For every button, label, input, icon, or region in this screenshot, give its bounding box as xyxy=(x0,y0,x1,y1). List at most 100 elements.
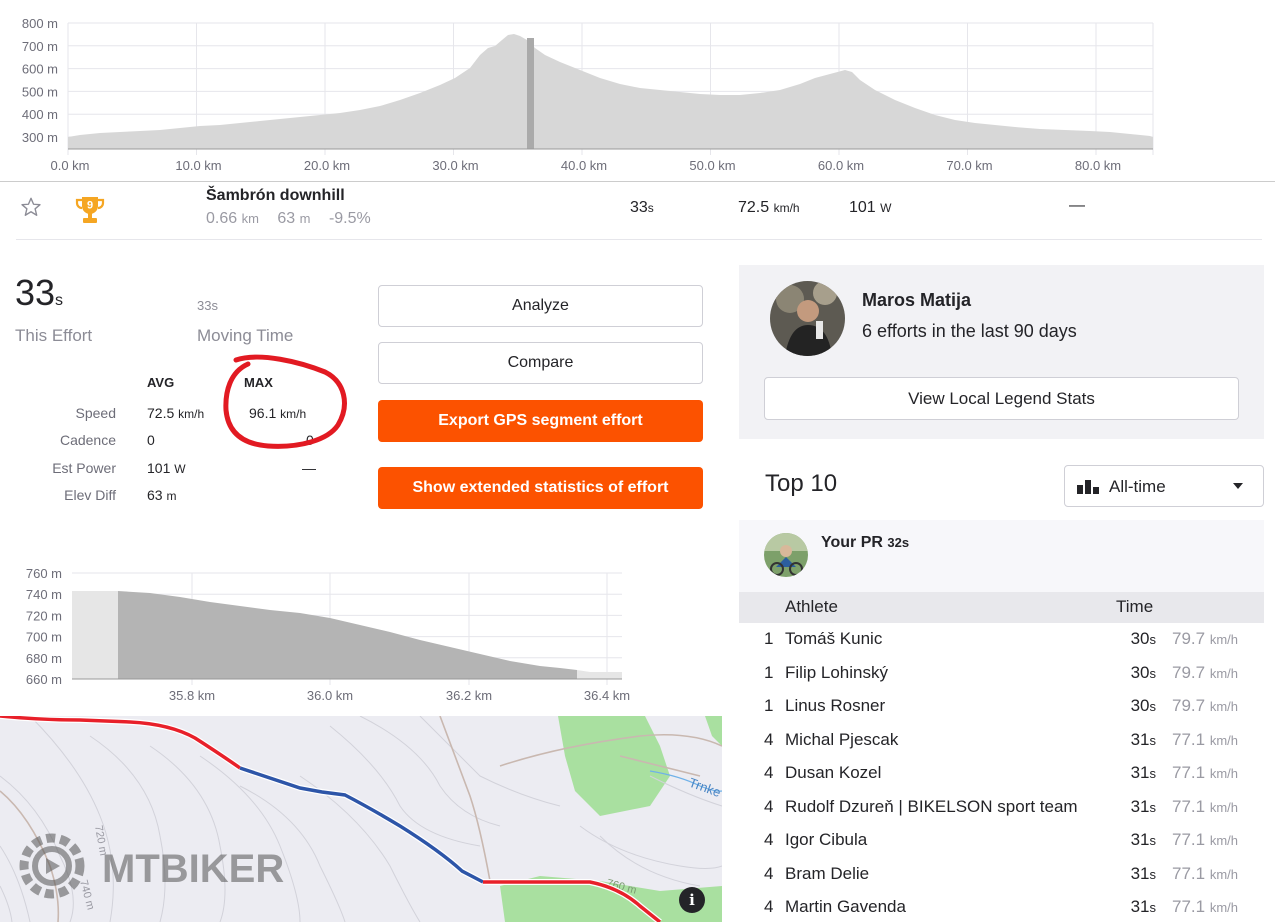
avatar[interactable] xyxy=(770,281,845,356)
effort-speed: 79.7 km/h xyxy=(1172,696,1238,716)
forest-area xyxy=(558,716,670,816)
y-tick-label: 300 m xyxy=(22,130,58,145)
speed-unit: km/h xyxy=(1209,632,1238,647)
segment-elevation-chart[interactable]: 760 m 740 m 720 m 700 m 680 m 660 m 35.8 km 36… xyxy=(0,560,640,710)
stat-max-value: — xyxy=(302,460,316,476)
info-icon[interactable]: i xyxy=(679,887,705,913)
segment-grade: -9.5% xyxy=(328,210,371,227)
stat-avg-value: 72.5 xyxy=(147,405,175,421)
elevation-profile-chart[interactable]: 800 m 700 m 600 m 500 m 400 m 300 m 0.0 km 10.… xyxy=(0,0,1275,182)
effort-time-value: 31 xyxy=(1130,863,1150,883)
athlete-name[interactable]: Filip Lohinský xyxy=(785,663,888,683)
leaderboard-row[interactable]: 4 Michal Pjescak 31s 77.1 km/h xyxy=(739,724,1264,758)
watermark-text: MTBIKER xyxy=(102,847,284,891)
athlete-name[interactable]: Linus Rosner xyxy=(785,696,885,716)
avatar xyxy=(764,533,808,577)
y-tick-label: 720 m xyxy=(26,608,62,623)
athlete-name[interactable]: Bram Delie xyxy=(785,864,869,884)
time-unit: s xyxy=(1149,732,1157,748)
rank: 4 xyxy=(764,863,774,883)
your-pr-row[interactable]: Your PR 32s xyxy=(739,520,1264,592)
compare-button[interactable]: Compare xyxy=(378,342,703,384)
effort-time-value: 31 xyxy=(1130,830,1150,849)
stat-max: 96.1 km/h xyxy=(249,405,306,421)
legend-name[interactable]: Maros Matija xyxy=(862,290,971,311)
leaderboard-list: 1 Tomáš Kunic 30s 79.7 km/h 1 Filip Lohinský 3… xyxy=(739,623,1264,922)
leaderboard-row[interactable]: 1 Linus Rosner 30s 79.7 km/h xyxy=(739,690,1264,724)
effort-speed-value: 77.1 xyxy=(1172,897,1206,916)
pr-label: Your PR xyxy=(821,534,883,551)
stat-max: — xyxy=(302,460,316,476)
x-tick-label: 60.0 km xyxy=(818,158,864,173)
effort-time-value: 31 xyxy=(1130,796,1150,816)
rank: 4 xyxy=(764,729,774,749)
rank: 1 xyxy=(764,696,774,715)
segment-pr-dash: — xyxy=(1069,197,1085,214)
leaderboard-row[interactable]: 4 Dusan Kozel 31s 77.1 km/h xyxy=(739,757,1264,791)
star-icon[interactable] xyxy=(20,196,42,218)
leaderboard-row[interactable]: 4 Rudolf Dzureň | BIKELSON sport team 31s 7… xyxy=(739,791,1264,825)
trophy-rank: 9 xyxy=(87,200,93,212)
leaderboard-row[interactable]: 1 Filip Lohinský 30s 79.7 km/h xyxy=(739,657,1264,691)
effort-time: 31s xyxy=(1131,730,1156,750)
time-column-header: Time xyxy=(1116,597,1154,616)
x-tick-label: 35.8 km xyxy=(169,688,215,703)
segment-name[interactable]: Šambrón downhill xyxy=(206,187,345,205)
effort-speed-value: 77.1 xyxy=(1172,763,1206,782)
rank: 4 xyxy=(764,763,774,782)
stat-avg-unit: km/h xyxy=(178,407,205,421)
rank: 4 xyxy=(764,830,774,849)
x-tick-label: 10.0 km xyxy=(175,158,221,173)
effort-speed-value: 77.1 xyxy=(1172,830,1206,849)
effort-speed: 77.1 km/h xyxy=(1172,763,1238,783)
athlete-name[interactable]: Dusan Kozel xyxy=(785,763,881,783)
rank: 4 xyxy=(764,897,774,916)
max-header: MAX xyxy=(244,375,273,390)
stat-avg-unit: W xyxy=(174,462,186,476)
x-tick-label: 40.0 km xyxy=(561,158,607,173)
local-legend-card: Maros Matija 6 efforts in the last 90 da… xyxy=(739,265,1264,439)
leaderboard-row[interactable]: 4 Bram Delie 31s 77.1 km/h xyxy=(739,858,1264,892)
leaderboard-row[interactable]: 4 Igor Cibula 31s 77.1 km/h xyxy=(739,824,1264,858)
time-unit: s xyxy=(1149,699,1157,714)
mtbiker-watermark: MTBIKER xyxy=(19,833,284,899)
export-gps-button[interactable]: Export GPS segment effort xyxy=(378,400,703,442)
leaderboard-filter-select[interactable]: All-time xyxy=(1064,465,1264,507)
athlete-name[interactable]: Rudolf Dzureň | BIKELSON sport team xyxy=(785,797,1078,817)
extended-stats-button[interactable]: Show extended statistics of effort xyxy=(378,467,703,509)
x-tick-label: 30.0 km xyxy=(432,158,478,173)
segment-power-value: 101 xyxy=(849,199,876,216)
effort-time: 31s xyxy=(1131,830,1156,850)
stat-avg-value: 101 xyxy=(147,460,171,476)
analyze-button[interactable]: Analyze xyxy=(378,285,703,327)
pre-segment-area xyxy=(72,591,119,679)
leaderboard-row[interactable]: 4 Martin Gavenda 31s 77.1 km/h xyxy=(739,891,1264,922)
effort-time: 31s xyxy=(1131,864,1156,884)
y-tick-label: 400 m xyxy=(22,107,58,122)
segment-row[interactable]: 9 Šambrón downhill 0.66 km 63 m -9.5% 33… xyxy=(16,182,1262,240)
y-tick-label: 700 m xyxy=(26,630,62,645)
segment-power: 101 W xyxy=(849,199,891,217)
segment-area xyxy=(118,591,577,679)
time-unit: s xyxy=(1149,632,1157,647)
effort-speed-value: 79.7 xyxy=(1172,662,1206,682)
athlete-name[interactable]: Tomáš Kunic xyxy=(785,629,882,649)
x-tick-label: 80.0 km xyxy=(1075,158,1121,173)
athlete-name[interactable]: Igor Cibula xyxy=(785,830,867,850)
stat-avg: 72.5 km/h xyxy=(147,405,204,421)
effort-time: 30s xyxy=(1131,663,1156,683)
effort-time: 30s xyxy=(1131,629,1156,649)
avg-header: AVG xyxy=(147,375,175,390)
rank: 4 xyxy=(764,796,774,816)
leaderboard-header: Athlete Time xyxy=(739,592,1264,623)
athlete-name[interactable]: Martin Gavenda xyxy=(785,897,906,917)
bar-chart-icon xyxy=(1077,480,1099,494)
leaderboard-row[interactable]: 1 Tomáš Kunic 30s 79.7 km/h xyxy=(739,623,1264,657)
effort-speed: 77.1 km/h xyxy=(1172,897,1238,917)
pr-time: 32s xyxy=(887,535,910,550)
athlete-name[interactable]: Michal Pjescak xyxy=(785,730,898,750)
y-tick-label: 760 m xyxy=(26,566,62,581)
segment-elevation: 63 xyxy=(277,210,296,227)
y-tick-label: 680 m xyxy=(26,651,62,666)
view-local-legend-button[interactable]: View Local Legend Stats xyxy=(764,377,1239,420)
